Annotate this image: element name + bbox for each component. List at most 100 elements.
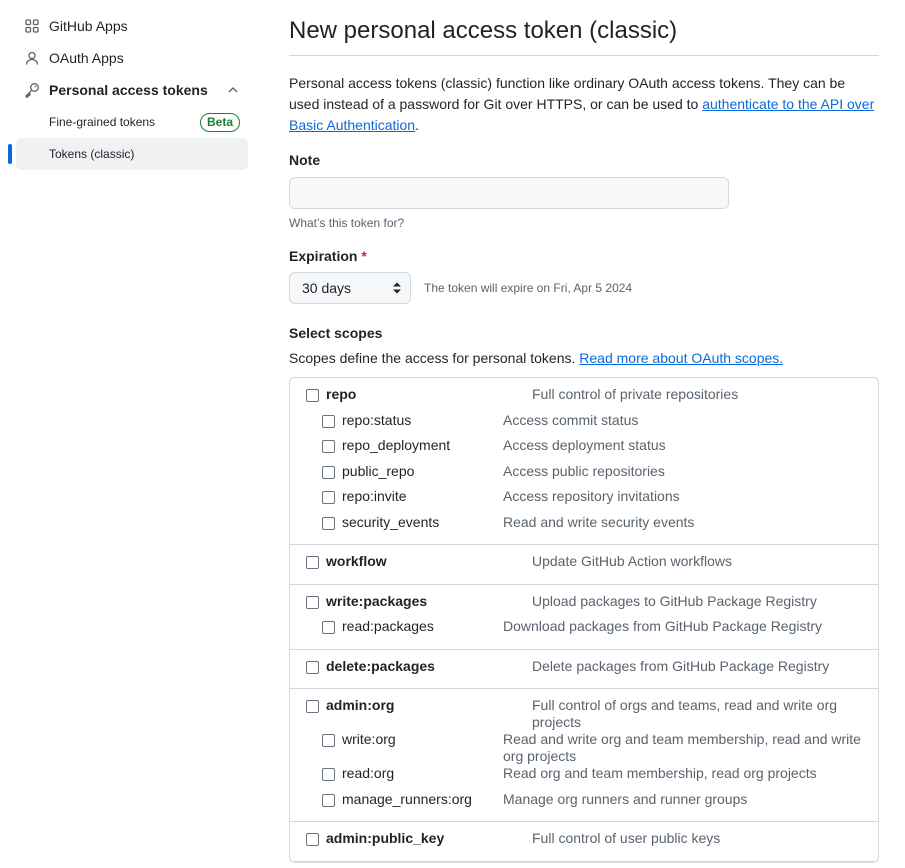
scope-description: Delete packages from GitHub Package Regi… (532, 657, 830, 674)
checkbox-wrapper (290, 437, 335, 453)
scope-row: repo:status Access commit status (290, 412, 878, 438)
scope-description: Upload packages to GitHub Package Regist… (532, 592, 817, 609)
scopes-label: Select scopes (289, 325, 383, 341)
scope-group: admin:public_key Full control of user pub… (290, 822, 878, 862)
scope-description: Access public repositories (503, 462, 665, 479)
expiration-value: 30 days (302, 280, 352, 296)
checkbox-wrapper (290, 412, 335, 428)
checkbox-wrapper (290, 830, 319, 846)
scope-row: write:packages Upload packages to GitHub … (290, 593, 878, 619)
sidebar-item-label: OAuth Apps (49, 50, 124, 66)
scope-checkbox[interactable] (322, 768, 335, 781)
scope-group: workflow Update GitHub Action workflows (290, 545, 878, 585)
scope-checkbox[interactable] (306, 389, 319, 402)
scope-row: repo Full control of private repositories (290, 386, 878, 412)
scope-name: repo:invite (342, 488, 407, 504)
sidebar-item-tokens-classic[interactable]: Tokens (classic) (8, 138, 248, 170)
scope-name: delete:packages (326, 657, 435, 674)
scope-checkbox[interactable] (306, 833, 319, 846)
checkbox-wrapper (290, 463, 335, 479)
checkbox-wrapper (290, 731, 335, 747)
expiration-label: Expiration * (289, 248, 879, 264)
scope-checkbox[interactable] (322, 440, 335, 453)
sidebar-item-oauth-apps[interactable]: OAuth Apps (8, 42, 250, 74)
checkbox-wrapper (290, 386, 319, 402)
scope-group: repo Full control of private repositories… (290, 378, 878, 545)
scope-name: admin:public_key (326, 830, 445, 846)
scope-name: read:org (342, 765, 395, 781)
expiration-select[interactable]: 30 days (289, 272, 411, 304)
note-input[interactable] (289, 177, 729, 209)
scope-checkbox[interactable] (306, 595, 319, 609)
scope-description: Access repository invitations (503, 488, 680, 504)
required-marker: * (361, 248, 367, 264)
scope-name: read:packages (342, 618, 434, 634)
active-indicator (8, 144, 12, 164)
sidebar-item-label: Tokens (classic) (49, 147, 135, 161)
scope-row: security_events Read and write security e… (290, 514, 878, 540)
scope-name: workflow (326, 553, 387, 569)
scope-row: admin:public_key Full control of user pub… (290, 830, 878, 856)
scope-description: Read org and team membership, read org p… (503, 765, 817, 781)
scope-name: public_repo (342, 462, 415, 479)
scope-name: write:org (342, 731, 396, 747)
checkbox-wrapper (290, 593, 319, 609)
checkbox-wrapper (290, 514, 335, 530)
sidebar-item-github-apps[interactable]: GitHub Apps (8, 10, 250, 42)
scope-name: manage_runners:org (342, 790, 472, 807)
scope-checkbox[interactable] (322, 491, 335, 504)
intro-text: Personal access tokens (classic) functio… (289, 73, 879, 136)
scope-row: manage_runners:org Manage org runners and… (290, 791, 878, 817)
scope-checkbox[interactable] (306, 556, 319, 569)
scope-checkbox[interactable] (322, 734, 335, 747)
scopes-desc-text: Scopes define the access for personal to… (289, 350, 580, 366)
scope-description: Read and write org and team membership, … (503, 731, 861, 764)
oauth-scopes-link[interactable]: Read more about OAuth scopes. (579, 350, 783, 366)
scope-description: Download packages from GitHub Package Re… (503, 618, 823, 634)
scope-checkbox[interactable] (322, 793, 335, 807)
scope-name: repo (326, 386, 357, 402)
scope-group: admin:org Full control of orgs and teams,… (290, 689, 878, 822)
scope-row: public_repo Access public repositories (290, 463, 878, 489)
scope-name: security_events (342, 513, 440, 530)
checkbox-wrapper (290, 618, 335, 634)
scope-row: admin:org Full control of orgs and teams,… (290, 697, 878, 731)
scope-name: write:packages (326, 592, 428, 609)
scope-checkbox[interactable] (322, 465, 335, 479)
scope-row: read:org Read org and team membership, re… (290, 765, 878, 791)
sidebar-item-label: GitHub Apps (49, 18, 128, 34)
chevron-up-icon[interactable] (226, 83, 240, 97)
scope-group: delete:packages Delete packages from GitH… (290, 650, 878, 689)
scope-row: repo_deployment Access deployment status (290, 437, 878, 463)
intro-end: . (415, 117, 419, 133)
scope-description: Full control of private repositories (532, 386, 739, 402)
scope-checkbox[interactable] (322, 621, 335, 634)
key-icon (24, 82, 40, 98)
scope-row: delete:packages Delete packages from GitH… (290, 658, 878, 684)
scope-checkbox[interactable] (306, 700, 319, 713)
checkbox-wrapper (290, 553, 319, 569)
scope-name: admin:org (326, 697, 395, 713)
checkbox-wrapper (290, 765, 335, 781)
page-title: New personal access token (classic) (289, 0, 879, 56)
expiration-label-text: Expiration (289, 248, 358, 264)
scope-row: workflow Update GitHub Action workflows (290, 553, 878, 579)
scope-name: repo_deployment (342, 437, 451, 453)
scope-checkbox[interactable] (322, 516, 335, 530)
apps-grid-icon (24, 18, 40, 34)
checkbox-wrapper (290, 791, 335, 807)
checkbox-wrapper (290, 488, 335, 504)
scope-row: write:org Read and write org and team mem… (290, 731, 878, 765)
sidebar-item-personal-access-tokens[interactable]: Personal access tokens (8, 74, 250, 106)
scopes-list: repo Full control of private repositories… (289, 377, 879, 863)
scope-description: Access commit status (503, 411, 639, 428)
sidebar-item-fine-grained-tokens[interactable]: Fine-grained tokens Beta (16, 106, 248, 138)
scope-checkbox[interactable] (306, 660, 319, 674)
sidebar-item-label: Personal access tokens (49, 82, 208, 98)
scope-checkbox[interactable] (322, 414, 335, 428)
checkbox-wrapper (290, 658, 319, 674)
scopes-description: Scopes define the access for personal to… (289, 350, 879, 366)
scope-name: repo:status (342, 411, 412, 428)
scope-description: Access deployment status (503, 437, 666, 453)
main-content: New personal access token (classic) Pers… (289, 0, 879, 863)
